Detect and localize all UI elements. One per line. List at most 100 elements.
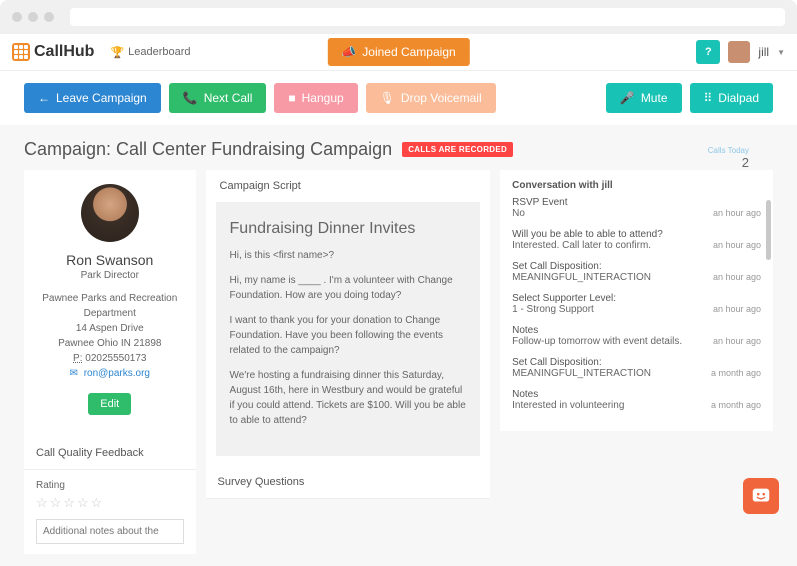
conversation-item: Set Call Disposition:MEANINGFUL_INTERACT… [512,357,761,379]
leaderboard-link[interactable]: 🏆 Leaderboard [110,46,190,59]
leaderboard-label: Leaderboard [128,46,190,58]
stop-icon: ■ [288,91,295,105]
script-p4: We're hosting a fundraising dinner this … [230,368,467,428]
dialpad-button[interactable]: ⠿ Dialpad [690,83,774,113]
next-label: Next Call [204,91,253,105]
envelope-icon: ✉ [70,368,78,379]
user-avatar[interactable] [728,41,750,63]
chat-face-icon [750,485,772,507]
leave-campaign-button[interactable]: ← Leave Campaign [24,83,161,113]
contact-avatar [81,184,139,242]
app-header: CallHub 🏆 Leaderboard 📣 Joined Campaign … [0,34,797,71]
conversation-question: Notes [512,325,761,336]
action-bar: ← Leave Campaign 📞 Next Call ■ Hangup 🎙 … [0,71,797,125]
contact-phone: 02025550173 [85,353,146,364]
browser-chrome [0,0,797,34]
user-name: jill [758,45,769,59]
survey-header: Survey Questions [206,466,491,499]
phone-label: P: [73,353,82,364]
conversation-answer: Interested in volunteering [512,400,624,411]
conversation-item: Set Call Disposition:MEANINGFUL_INTERACT… [512,261,761,283]
edit-contact-button[interactable]: Edit [88,393,131,415]
help-icon: ? [705,46,712,58]
logo-icon [12,43,30,61]
conversation-answer: MEANINGFUL_INTERACTION [512,272,651,283]
script-p1: Hi, is this <first name>? [230,248,467,263]
conversation-panel: Conversation with jill RSVP EventNo an ho… [500,170,773,431]
hangup-label: Hangup [302,91,344,105]
conversation-item: NotesFollow-up tomorrow with event detai… [512,325,761,347]
contact-address1: 14 Aspen Drive [34,321,186,336]
conversation-question: Set Call Disposition: [512,357,761,368]
arrow-left-icon: ← [38,91,50,105]
scrollbar[interactable] [766,200,771,260]
megaphone-icon: 📣 [341,45,356,59]
trophy-icon: 🏆 [110,46,124,59]
help-button[interactable]: ? [696,40,720,64]
conversation-answer: Interested. Call later to confirm. [512,240,651,251]
leave-label: Leave Campaign [56,91,147,105]
script-p2: Hi, my name is ____ . I'm a volunteer wi… [230,273,467,303]
script-p3: I want to thank you for your donation to… [230,313,467,358]
chevron-down-icon[interactable]: ▼ [777,48,785,57]
dialpad-icon: ⠿ [704,91,713,105]
conversation-time: an hour ago [713,304,761,314]
conversation-item: Select Supporter Level:1 - Strong Suppor… [512,293,761,315]
contact-card: Ron Swanson Park Director Pawnee Parks a… [24,170,196,429]
conversation-item: Will you be able to able to attend?Inter… [512,229,761,251]
next-call-button[interactable]: 📞 Next Call [169,83,267,113]
conversation-time: an hour ago [713,336,761,346]
recording-badge: CALLS ARE RECORDED [402,142,513,157]
dialpad-label: Dialpad [718,91,759,105]
contact-phone-row: P: 02025550173 [34,351,186,366]
logo[interactable]: CallHub [12,43,94,61]
conversation-question: Set Call Disposition: [512,261,761,272]
phone-icon: 📞 [183,91,198,105]
contact-org: Pawnee Parks and Recreation Department [34,291,186,321]
conversation-answer: MEANINGFUL_INTERACTION [512,368,651,379]
logo-text: CallHub [34,43,94,61]
conversation-time: an hour ago [713,240,761,250]
conversation-question: Notes [512,389,761,400]
conversation-time: an hour ago [713,272,761,282]
conversation-answer: No [512,208,525,219]
script-header: Campaign Script [206,170,491,202]
conversation-time: a month ago [711,400,761,410]
contact-name: Ron Swanson [34,252,186,268]
joined-campaign-label: Joined Campaign [362,45,455,59]
contact-email-row[interactable]: ✉ ron@parks.org [34,366,186,381]
conversation-answer: 1 - Strong Support [512,304,594,315]
page-title: Campaign: Call Center Fundraising Campai… [24,139,392,160]
microphone-icon: 🎤 [620,91,635,105]
conversation-item: NotesInterested in volunteering a month a… [512,389,761,411]
hangup-button[interactable]: ■ Hangup [274,83,357,113]
calls-today: Calls Today 2 [684,146,773,170]
feedback-panel: Call Quality Feedback Rating ☆☆☆☆☆ [24,437,196,554]
joined-campaign-button[interactable]: 📣 Joined Campaign [327,38,469,66]
voicemail-icon: 🎙 [380,91,395,105]
conversation-question: RSVP Event [512,197,761,208]
conversation-item: RSVP EventNo an hour ago [512,197,761,219]
contact-address2: Pawnee Ohio IN 21898 [34,336,186,351]
calls-today-count: 2 [708,155,749,170]
conversation-answer: Follow-up tomorrow with event details. [512,336,682,347]
feedback-notes-input[interactable] [36,519,184,544]
script-body: Fundraising Dinner Invites Hi, is this <… [216,202,481,456]
contact-title: Park Director [34,270,186,281]
main: Campaign: Call Center Fundraising Campai… [0,125,797,566]
mute-label: Mute [641,91,668,105]
contact-email: ron@parks.org [84,368,150,379]
conversation-time: an hour ago [713,208,761,218]
mute-button[interactable]: 🎤 Mute [606,83,682,113]
conversation-header: Conversation with jill [500,170,773,197]
calls-today-label: Calls Today [708,146,749,155]
conversation-question: Will you be able to able to attend? [512,229,761,240]
drop-voicemail-button[interactable]: 🎙 Drop Voicemail [366,83,496,113]
drop-label: Drop Voicemail [401,91,482,105]
rating-stars[interactable]: ☆☆☆☆☆ [36,495,184,511]
chat-widget-button[interactable] [743,478,779,514]
conversation-question: Select Supporter Level: [512,293,761,304]
conversation-time: a month ago [711,368,761,378]
rating-label: Rating [36,480,184,491]
feedback-header: Call Quality Feedback [24,437,196,470]
